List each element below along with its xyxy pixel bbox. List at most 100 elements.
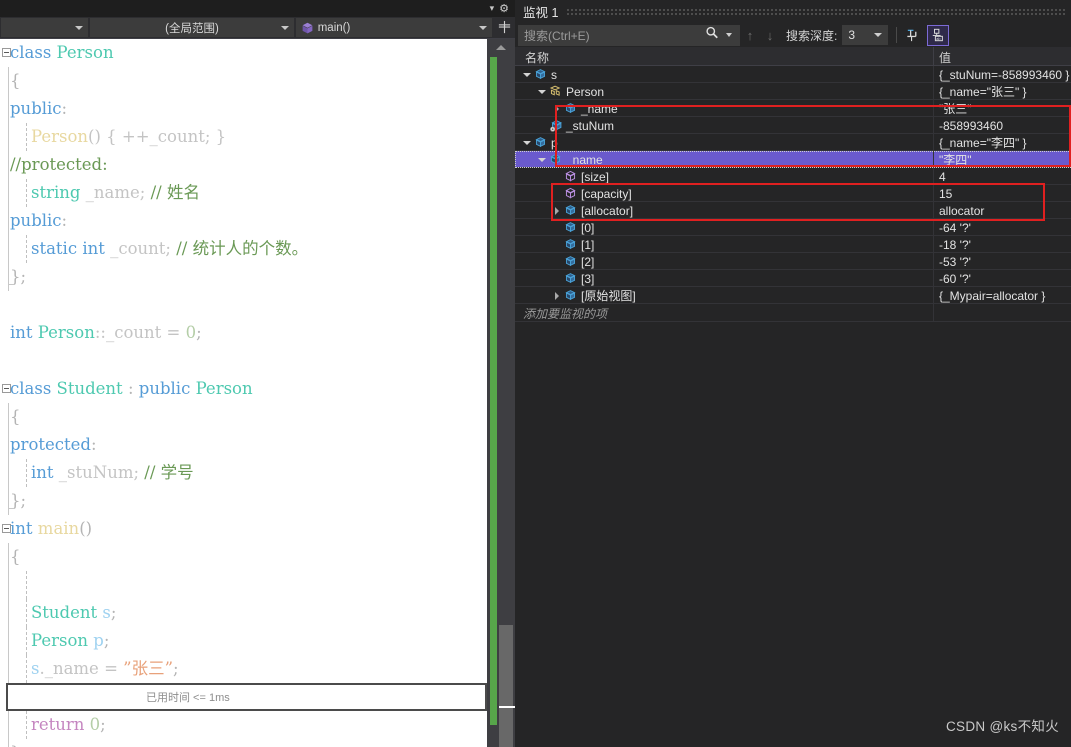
code-line[interactable]: };	[0, 263, 487, 291]
add-watch-item-row[interactable]: 添加要监视的项	[515, 304, 1071, 322]
code-line[interactable]: return 0;	[0, 711, 487, 739]
watch-row-value[interactable]: allocator	[939, 202, 984, 219]
watch-row[interactable]: s {_stuNum=-858993460 }	[515, 66, 1071, 83]
code-line[interactable]: class Person	[0, 39, 487, 67]
code-line[interactable]: string _name; // 姓名	[0, 179, 487, 207]
watch-row-value[interactable]: 4	[939, 168, 946, 185]
chevron-right-icon[interactable]	[551, 287, 563, 304]
watch-row-name-cell[interactable]: [capacity]	[551, 185, 632, 202]
pin-icon[interactable]	[901, 25, 923, 46]
arrow-up-icon[interactable]: ↑	[740, 28, 760, 43]
watch-row[interactable]: Person {_name="张三" }	[515, 83, 1071, 100]
code-line[interactable]: //protected:	[0, 151, 487, 179]
code-text-area[interactable]: class Person{public: Person() { ++_count…	[0, 39, 487, 747]
scrollbar-track[interactable]	[487, 55, 515, 747]
chevron-right-icon[interactable]	[551, 202, 563, 219]
chevron-down-icon[interactable]	[536, 151, 548, 168]
watch-row[interactable]: _name "张三"	[515, 100, 1071, 117]
chevron-down-icon[interactable]	[536, 83, 548, 100]
search-options-chevron-icon[interactable]	[726, 33, 732, 37]
code-line[interactable]: };	[0, 487, 487, 515]
code-line[interactable]: {	[0, 67, 487, 95]
watch-row-name-cell[interactable]: [2]	[551, 253, 594, 270]
watch-row-name-cell[interactable]: _name	[551, 100, 618, 117]
watch-row-name-cell[interactable]: [size]	[551, 168, 609, 185]
watch-row[interactable]: [size] 4	[515, 168, 1071, 185]
global-scope-dropdown[interactable]: (全局范围)	[90, 18, 294, 37]
watch-row-value[interactable]: -53 '?'	[939, 253, 971, 270]
watch-row-name-cell[interactable]: _name	[536, 151, 603, 168]
show-raw-structure-icon[interactable]: ab	[927, 24, 950, 46]
code-line[interactable]	[0, 571, 487, 599]
watch-row[interactable]: [0] -64 '?'	[515, 219, 1071, 236]
watch-row-name-cell[interactable]: [1]	[551, 236, 594, 253]
watch-row-name-cell[interactable]: [0]	[551, 219, 594, 236]
watch-row[interactable]: [capacity] 15	[515, 185, 1071, 202]
watch-row-value[interactable]: -18 '?'	[939, 236, 971, 253]
code-line[interactable]: Person() { ++_count; }	[0, 123, 487, 151]
fold-collapse-icon[interactable]	[2, 384, 11, 393]
scrollbar-thumb[interactable]	[499, 625, 513, 747]
column-splitter[interactable]	[933, 47, 934, 65]
code-line[interactable]: int main()	[0, 515, 487, 543]
watch-row-value[interactable]: {_name="张三" }	[939, 83, 1027, 100]
watch-row-name-cell[interactable]: [3]	[551, 270, 594, 287]
chevron-down-icon[interactable]	[521, 134, 533, 151]
arrow-down-icon[interactable]: ↓	[760, 28, 780, 43]
watch-row-name-cell[interactable]: [allocator]	[551, 202, 633, 219]
watch-row-name-cell[interactable]: p	[521, 134, 558, 151]
chevron-down-icon[interactable]	[521, 66, 533, 83]
code-line[interactable]: {	[0, 403, 487, 431]
scroll-up-button[interactable]	[487, 39, 515, 55]
code-line[interactable]: Student s;	[0, 599, 487, 627]
code-line[interactable]: Person p;	[0, 627, 487, 655]
search-depth-dropdown[interactable]: 3	[842, 25, 889, 45]
code-line[interactable]: protected:	[0, 431, 487, 459]
watch-row[interactable]: [3] -60 '?'	[515, 270, 1071, 287]
split-window-icon[interactable]	[493, 17, 515, 38]
watch-row[interactable]: _stuNum -858993460	[515, 117, 1071, 134]
watch-row-value[interactable]: "张三"	[939, 100, 972, 117]
project-scope-dropdown[interactable]	[1, 18, 89, 37]
code-line[interactable]: public:	[0, 95, 487, 123]
watch-row-value[interactable]: -858993460	[939, 117, 1003, 134]
code-line[interactable]: }	[0, 739, 487, 747]
code-line[interactable]: int _stuNum; // 学号	[0, 459, 487, 487]
watch-row[interactable]: p {_name="李四" }	[515, 134, 1071, 151]
code-line[interactable]: int Person::_count = 0;	[0, 319, 487, 347]
column-header-name[interactable]: 名称	[525, 49, 549, 66]
code-line[interactable]: s._name = ”张三”;	[0, 655, 487, 683]
watch-row-name-cell[interactable]: Person	[536, 83, 604, 100]
watch-row[interactable]: [1] -18 '?'	[515, 236, 1071, 253]
watch-row-name-cell[interactable]: s	[521, 66, 557, 83]
watch-row-value[interactable]: {_stuNum=-858993460 }	[939, 66, 1069, 83]
code-line[interactable]: {	[0, 543, 487, 571]
watch-row-name-cell[interactable]: [原始视图]	[551, 287, 636, 304]
watch-row[interactable]: [allocator] allocator	[515, 202, 1071, 219]
code-line[interactable]: class Student : public Person	[0, 375, 487, 403]
watch-row-value[interactable]: {_name="李四" }	[939, 134, 1027, 151]
watch-row[interactable]: _name "李四"	[515, 151, 1071, 168]
fold-collapse-icon[interactable]	[2, 524, 11, 533]
code-line[interactable]	[0, 291, 487, 319]
editor-vertical-scrollbar[interactable]	[487, 39, 515, 747]
gear-icon[interactable]: ⚙	[499, 2, 515, 15]
editor-overflow-caret-icon[interactable]: ▾	[485, 4, 500, 13]
column-header-value[interactable]: 值	[939, 49, 951, 66]
code-line[interactable]: static int _count; // 统计人的个数。	[0, 235, 487, 263]
watch-row-value[interactable]: -64 '?'	[939, 219, 971, 236]
search-input[interactable]: 搜索(Ctrl+E)	[518, 24, 740, 46]
watch-row[interactable]: [原始视图] {_Mypair=allocator }	[515, 287, 1071, 304]
code-line[interactable]	[0, 347, 487, 375]
fold-collapse-icon[interactable]	[2, 48, 11, 57]
function-dropdown[interactable]: main()	[295, 18, 493, 37]
watch-row-value[interactable]: -60 '?'	[939, 270, 971, 287]
watch-row-value[interactable]: 15	[939, 185, 952, 202]
chevron-right-icon[interactable]	[551, 100, 563, 117]
watch-row-name-cell[interactable]: _stuNum	[536, 117, 614, 134]
watch-row[interactable]: [2] -53 '?'	[515, 253, 1071, 270]
watch-row-value[interactable]: {_Mypair=allocator }	[939, 287, 1045, 304]
code-line[interactable]: public:	[0, 207, 487, 235]
watch-row-value[interactable]: "李四"	[939, 151, 972, 168]
magnifier-icon[interactable]	[705, 26, 719, 45]
